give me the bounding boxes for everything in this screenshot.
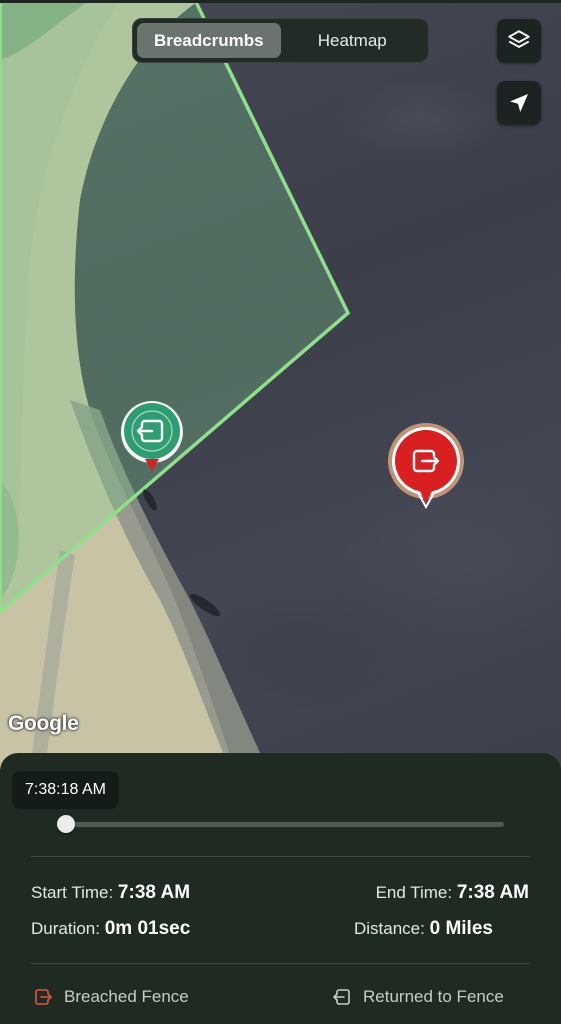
end-time: End Time: 7:38 AM [376, 882, 529, 904]
exit-arrow-icon [388, 423, 464, 510]
returned-fence-marker[interactable] [118, 399, 186, 480]
start-time: Start Time: 7:38 AM [31, 882, 190, 904]
enter-arrow-icon [333, 989, 350, 1005]
legend-breached-label: Breached Fence [64, 987, 189, 1006]
breached-fence-marker[interactable] [386, 423, 466, 518]
duration: Duration: 0m 01sec [31, 918, 190, 940]
navigation-arrow-icon [510, 94, 528, 112]
layers-icon [508, 30, 530, 48]
current-time-badge: 7:38:18 AM [12, 771, 119, 809]
view-mode-tabs: Breadcrumbs Heatmap [132, 18, 429, 63]
legend-breached: Breached Fence [34, 987, 189, 1007]
playback-slider-track[interactable] [66, 822, 504, 827]
layers-button[interactable] [497, 19, 541, 63]
playback-slider-thumb[interactable] [57, 815, 75, 833]
start-time-value: 7:38 AM [117, 882, 191, 903]
locate-button[interactable] [497, 81, 541, 125]
google-attribution: Google [8, 712, 79, 735]
divider-top [31, 856, 530, 857]
status-bar-strip [0, 0, 561, 3]
distance-label: Distance: [354, 919, 425, 938]
end-time-value: 7:38 AM [456, 882, 529, 903]
tab-heatmap[interactable]: Heatmap [281, 23, 425, 58]
duration-value: 0m 01sec [104, 918, 191, 939]
enter-arrow-icon [120, 401, 183, 471]
map-terrain [0, 0, 561, 770]
distance: Distance: 0 Miles [354, 918, 493, 940]
end-time-label: End Time: [375, 883, 453, 902]
legend-returned-label: Returned to Fence [363, 987, 504, 1006]
legend-returned: Returned to Fence [333, 987, 504, 1007]
start-time-label: Start Time: [31, 883, 114, 902]
divider-bottom [31, 963, 530, 964]
duration-label: Duration: [31, 919, 100, 938]
distance-value: 0 Miles [429, 918, 493, 939]
exit-arrow-icon [35, 989, 52, 1005]
satellite-map[interactable]: Breadcrumbs Heatmap Google [0, 0, 561, 770]
tab-breadcrumbs[interactable]: Breadcrumbs [137, 23, 281, 58]
